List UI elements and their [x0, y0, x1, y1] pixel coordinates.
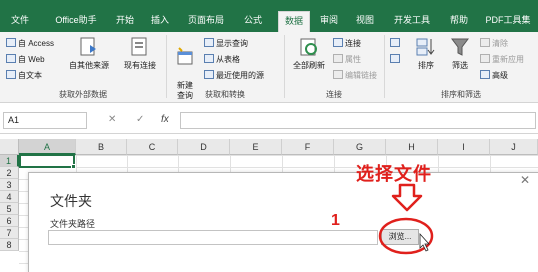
tab-insert[interactable]: 插入: [145, 11, 175, 32]
sort-ascending-button[interactable]: [390, 37, 402, 50]
new-query-icon: [177, 47, 193, 65]
table-icon: [204, 54, 214, 63]
connections-icon: [333, 38, 343, 47]
folder-path-label: 文件夹路径: [50, 219, 96, 229]
other-sources-icon: [80, 37, 96, 56]
formula-bar: A1 ✕ ✓ fx: [0, 104, 538, 134]
column-header-e[interactable]: E: [230, 139, 282, 155]
group-label-get-transform: 获取和转换: [205, 90, 245, 99]
tab-help[interactable]: 帮助: [444, 11, 474, 32]
active-cell-a1[interactable]: [19, 154, 75, 168]
formula-input[interactable]: [180, 112, 536, 129]
from-access-button[interactable]: 自 Access: [6, 37, 54, 50]
row-header-2[interactable]: 2: [0, 167, 19, 179]
show-queries-button[interactable]: 显示查询: [204, 37, 248, 50]
tab-data[interactable]: 数据: [278, 11, 310, 32]
group-label-connections: 连接: [326, 90, 342, 99]
edit-links-icon: [333, 70, 343, 79]
column-header-d[interactable]: D: [178, 139, 230, 155]
text-file-icon: [6, 70, 16, 79]
row-header-1[interactable]: 1: [0, 155, 19, 167]
existing-connections-icon: [131, 37, 147, 56]
row-header-8[interactable]: 8: [0, 239, 19, 251]
enter-icon[interactable]: ✓: [136, 114, 144, 125]
column-header-b[interactable]: B: [76, 139, 127, 155]
row-header-3[interactable]: 3: [0, 179, 19, 191]
ribbon-tab-bar: 文件 Office助手 开始 插入 页面布局 公式 数据 审阅 视图 开发工具 …: [0, 0, 538, 32]
row-header-4[interactable]: 4: [0, 191, 19, 203]
sort-az-icon: [390, 38, 400, 47]
select-all-corner[interactable]: [0, 139, 19, 155]
reapply-filter-button[interactable]: 重新应用: [480, 53, 524, 66]
connections-button[interactable]: 连接: [333, 37, 361, 50]
browse-button[interactable]: 浏览...: [381, 229, 419, 245]
sort-button[interactable]: 排序: [412, 36, 440, 71]
access-icon: [6, 38, 16, 47]
reapply-icon: [480, 54, 490, 63]
tab-pdf-tools[interactable]: PDF工具集: [480, 11, 536, 32]
advanced-filter-icon: [480, 70, 490, 79]
filter-button[interactable]: 筛选: [446, 36, 474, 71]
column-header-a[interactable]: A: [19, 139, 76, 155]
recent-sources-button[interactable]: 最近使用的源: [204, 69, 264, 82]
column-header-j[interactable]: J: [490, 139, 538, 155]
name-box[interactable]: A1: [3, 112, 87, 129]
tab-home[interactable]: 开始: [110, 11, 140, 32]
column-header-g[interactable]: G: [334, 139, 386, 155]
sort-za-icon: [390, 54, 400, 63]
from-text-button[interactable]: 自文本: [6, 69, 42, 82]
column-header-i[interactable]: I: [438, 139, 490, 155]
show-queries-icon: [204, 38, 214, 47]
clear-filter-icon: [480, 38, 490, 47]
tab-office-assistant[interactable]: Office助手: [46, 11, 106, 32]
column-header-c[interactable]: C: [127, 139, 178, 155]
tab-page-layout[interactable]: 页面布局: [180, 11, 232, 32]
refresh-all-button[interactable]: 全部刷新: [288, 36, 330, 71]
sort-icon: [416, 38, 435, 56]
refresh-icon: [300, 38, 317, 56]
folder-dialog: [28, 172, 538, 272]
from-web-button[interactable]: 自 Web: [6, 53, 45, 66]
from-table-button[interactable]: 从表格: [204, 53, 240, 66]
annotation-select-file: 选择文件: [356, 164, 432, 184]
annotation-step-number: 1: [331, 212, 340, 229]
fill-handle[interactable]: [71, 164, 76, 169]
existing-connections-button[interactable]: 现有连接: [118, 36, 162, 71]
edit-links-button[interactable]: 编辑链接: [333, 69, 377, 82]
from-other-sources-button[interactable]: 自其他来源: [64, 36, 114, 71]
ribbon: 自 Access 自 Web 自文本 自其他来源 现有连接 获取外部数据 新建 …: [0, 32, 538, 103]
clear-filter-button[interactable]: 清除: [480, 37, 508, 50]
tab-formulas[interactable]: 公式: [237, 11, 269, 32]
tab-view[interactable]: 视图: [350, 11, 380, 32]
dialog-title: 文件夹: [50, 193, 92, 209]
filter-funnel-icon: [451, 38, 469, 56]
row-header-6[interactable]: 6: [0, 215, 19, 227]
properties-button[interactable]: 属性: [333, 53, 361, 66]
group-label-get-external: 获取外部数据: [59, 90, 107, 99]
tab-developer[interactable]: 开发工具: [388, 11, 436, 32]
row-header-7[interactable]: 7: [0, 227, 19, 239]
tab-review[interactable]: 审阅: [314, 11, 344, 32]
web-icon: [6, 54, 16, 63]
advanced-filter-button[interactable]: 高级: [480, 69, 508, 82]
insert-function-icon[interactable]: fx: [161, 114, 169, 125]
tab-file[interactable]: 文件: [2, 11, 38, 32]
cancel-icon[interactable]: ✕: [108, 114, 116, 125]
sort-descending-button[interactable]: [390, 53, 402, 66]
folder-path-input[interactable]: [48, 230, 378, 245]
close-icon[interactable]: ✕: [520, 173, 530, 187]
recent-sources-icon: [204, 70, 214, 79]
properties-icon: [333, 54, 343, 63]
group-label-sort-filter: 排序和筛选: [441, 90, 481, 99]
row-header-5[interactable]: 5: [0, 203, 19, 215]
column-header-f[interactable]: F: [282, 139, 334, 155]
column-header-h[interactable]: H: [386, 139, 438, 155]
